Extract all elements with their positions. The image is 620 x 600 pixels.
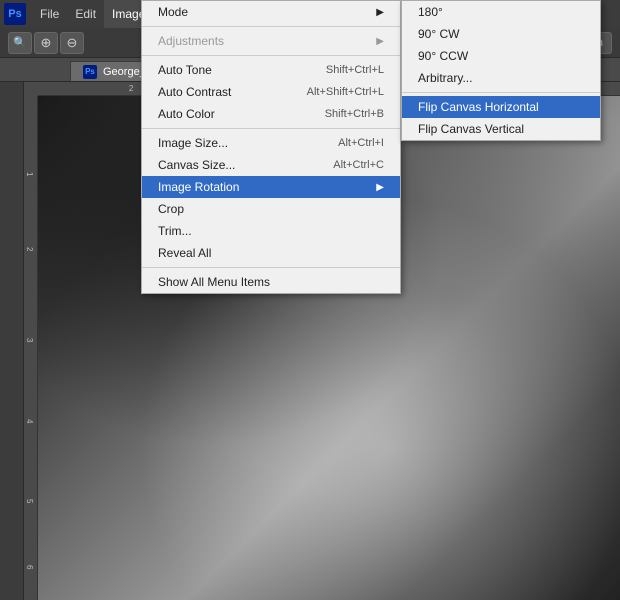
ruler-left-label-3: 3 <box>25 338 34 342</box>
ruler-left-label-1: 1 <box>25 172 34 176</box>
mode-arrow-icon: ▶ <box>376 7 384 18</box>
menu-item-mode[interactable]: Mode ▶ <box>142 1 400 23</box>
rotation-arrow-icon: ▶ <box>376 182 384 193</box>
menu-item-crop[interactable]: Crop <box>142 198 400 220</box>
menu-item-auto-contrast[interactable]: Auto Contrast Alt+Shift+Ctrl+L <box>142 81 400 103</box>
menu-item-auto-color[interactable]: Auto Color Shift+Ctrl+B <box>142 103 400 125</box>
ruler-label-2: 2 <box>129 84 133 93</box>
ruler-left-label-6: 6 <box>25 565 34 569</box>
ruler-left-label-5: 5 <box>25 499 34 503</box>
menu-item-image-rotation[interactable]: Image Rotation ▶ <box>142 176 400 198</box>
image-dropdown-menu: Mode ▶ Adjustments ▶ Auto Tone Shift+Ctr… <box>141 0 401 294</box>
menu-item-show-all[interactable]: Show All Menu Items <box>142 271 400 293</box>
flip-horizontal[interactable]: Flip Canvas Horizontal <box>402 96 600 118</box>
menu-edit[interactable]: Edit <box>67 0 104 28</box>
rotation-arbitrary[interactable]: Arbitrary... <box>402 67 600 89</box>
ps-logo: Ps <box>4 3 26 25</box>
tools-panel <box>0 82 24 600</box>
separator-2 <box>142 55 400 56</box>
zoom-icon[interactable]: 🔍 <box>8 32 32 54</box>
menu-item-image-size[interactable]: Image Size... Alt+Ctrl+I <box>142 132 400 154</box>
separator-4 <box>142 267 400 268</box>
adjustments-arrow-icon: ▶ <box>376 36 384 47</box>
separator-3 <box>142 128 400 129</box>
zoom-in-icon[interactable]: ⊕ <box>34 32 58 54</box>
ruler-left-label-4: 4 <box>25 419 34 423</box>
menu-item-auto-tone[interactable]: Auto Tone Shift+Ctrl+L <box>142 59 400 81</box>
menu-file[interactable]: File <box>32 0 67 28</box>
menu-item-trim[interactable]: Trim... <box>142 220 400 242</box>
ruler-corner <box>24 82 38 96</box>
flip-vertical[interactable]: Flip Canvas Vertical <box>402 118 600 140</box>
rotation-separator <box>402 92 600 93</box>
zoom-out-icon[interactable]: ⊖ <box>60 32 84 54</box>
zoom-tools: 🔍 ⊕ ⊖ <box>8 32 84 54</box>
rotation-90cw[interactable]: 90° CW <box>402 23 600 45</box>
rotation-90ccw[interactable]: 90° CCW <box>402 45 600 67</box>
menu-item-adjustments: Adjustments ▶ <box>142 30 400 52</box>
rotation-180[interactable]: 180° <box>402 1 600 23</box>
tab-ps-icon: Ps <box>83 65 97 79</box>
menu-item-reveal-all[interactable]: Reveal All <box>142 242 400 264</box>
menu-item-canvas-size[interactable]: Canvas Size... Alt+Ctrl+C <box>142 154 400 176</box>
ruler-left-label-2: 2 <box>25 247 34 251</box>
separator-1 <box>142 26 400 27</box>
rotation-submenu: 180° 90° CW 90° CCW Arbitrary... Flip Ca… <box>401 0 601 141</box>
ruler-left: 1 2 3 4 5 6 <box>24 96 38 600</box>
